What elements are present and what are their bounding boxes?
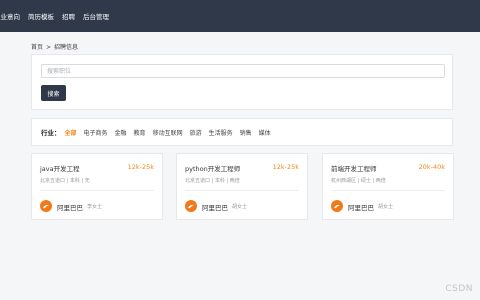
job-meta: 杭州西湖区 | 硕士 | 两倍 bbox=[331, 178, 386, 184]
job-salary: 20k-40k bbox=[418, 163, 445, 171]
breadcrumb-separator: > bbox=[46, 44, 52, 51]
divider bbox=[40, 190, 154, 191]
job-card[interactable]: python开发工程师 12k-25k 北京五道口 | 本科 | 两倍 阿里巴巴… bbox=[176, 153, 308, 220]
divider bbox=[185, 190, 299, 191]
filter-item-sales[interactable]: 销售 bbox=[240, 128, 252, 137]
job-card[interactable]: 前端开发工程师 20k-40k 杭州西湖区 | 硕士 | 两倍 阿里巴巴 胡女士 bbox=[322, 153, 454, 220]
company-name[interactable]: 阿里巴巴 bbox=[57, 202, 83, 212]
divider bbox=[331, 190, 445, 191]
breadcrumb-home[interactable]: 首页 bbox=[31, 44, 43, 51]
job-meta: 北京五道口 | 本科 | 无 bbox=[40, 178, 90, 184]
industry-filter: 行业： 全部 电子商务 金融 教育 移动互联网 旅游 生活服务 销售 媒体 bbox=[31, 118, 453, 146]
nav-item-resume-template[interactable]: 简历模板 bbox=[28, 11, 54, 21]
filter-item-travel[interactable]: 旅游 bbox=[190, 128, 202, 137]
alibaba-logo-icon bbox=[40, 200, 52, 212]
breadcrumb-current: 招聘信息 bbox=[54, 44, 79, 51]
job-title[interactable]: python开发工程师 bbox=[185, 163, 240, 173]
search-panel: 搜索 bbox=[31, 54, 453, 110]
company-name[interactable]: 阿里巴巴 bbox=[202, 202, 228, 212]
nav-item-recruit[interactable]: 招聘 bbox=[62, 11, 75, 21]
alibaba-logo-icon bbox=[185, 200, 197, 212]
company-name[interactable]: 阿里巴巴 bbox=[348, 202, 374, 212]
contact-name: 李女士 bbox=[87, 204, 103, 210]
filter-item-life-service[interactable]: 生活服务 bbox=[209, 128, 233, 137]
nav-item-career-intent[interactable]: 职业意向 bbox=[0, 11, 20, 21]
filter-item-all[interactable]: 全部 bbox=[65, 128, 77, 137]
job-card[interactable]: java开发工程 12k-25k 北京五道口 | 本科 | 无 阿里巴巴 李女士 bbox=[31, 153, 163, 220]
alibaba-logo-icon bbox=[331, 200, 343, 212]
job-salary: 12k-25k bbox=[272, 163, 299, 171]
filter-item-mobile-internet[interactable]: 移动互联网 bbox=[153, 128, 183, 137]
contact-name: 胡女士 bbox=[232, 204, 248, 210]
job-salary: 12k-25k bbox=[127, 163, 154, 171]
filter-label: 行业： bbox=[41, 129, 61, 137]
filter-item-ecommerce[interactable]: 电子商务 bbox=[84, 128, 108, 137]
job-meta: 北京五道口 | 本科 | 两倍 bbox=[185, 178, 240, 184]
watermark: CSDN bbox=[445, 284, 473, 294]
contact-name: 胡女士 bbox=[378, 204, 394, 210]
filter-item-finance[interactable]: 金融 bbox=[115, 128, 127, 137]
top-navbar: 职业意向 简历模板 招聘 后台管理 bbox=[0, 0, 480, 32]
job-title[interactable]: java开发工程 bbox=[40, 163, 80, 173]
filter-item-media[interactable]: 媒体 bbox=[259, 128, 271, 137]
job-title[interactable]: 前端开发工程师 bbox=[331, 163, 377, 173]
filter-item-education[interactable]: 教育 bbox=[134, 128, 146, 137]
breadcrumb: 首页 > 招聘信息 bbox=[31, 42, 81, 51]
search-button[interactable]: 搜索 bbox=[41, 85, 66, 101]
nav-item-admin[interactable]: 后台管理 bbox=[83, 11, 109, 21]
search-input[interactable] bbox=[41, 64, 445, 78]
